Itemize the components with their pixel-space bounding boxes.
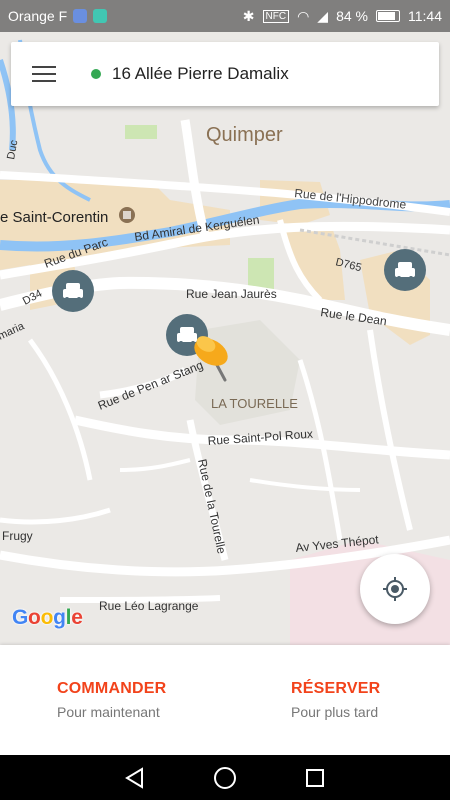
reserver-title: RÉSERVER [291,680,381,697]
reserver-subtitle: Pour plus tard [291,704,379,720]
google-logo: Google [12,606,83,630]
bluetooth-icon: ✱ [242,7,255,24]
map-label-la-tourelle: LA TOURELLE [211,396,298,411]
location-icon [73,9,88,23]
map-label-saint-corentin: e Saint-Corentin [0,209,108,226]
status-bar: Orange F ✱ NFC ◠ ◢ 84 % 11:44 [0,0,450,32]
booking-panel: COMMANDER Pour maintenant RÉSERVER Pour … [0,645,450,755]
battery-label: 84 % [336,8,368,24]
taxi-marker[interactable] [384,249,426,291]
map-label-jean-jaures: Rue Jean Jaurès [186,287,277,301]
battery-icon [376,10,400,22]
recents-square-icon [306,768,324,787]
carrier-label: Orange F [8,8,68,24]
back-button[interactable] [121,764,149,792]
pickup-address[interactable]: 16 Allée Pierre Damalix [112,64,289,84]
my-location-button[interactable] [360,554,430,624]
map-label-leo-lagrange: Rue Léo Lagrange [99,599,199,613]
crosshair-icon [383,577,407,601]
map-label-frugy: Frugy [2,529,33,543]
signal-icon: ◢ [317,7,329,24]
commander-subtitle: Pour maintenant [57,704,160,720]
nfc-icon: NFC [262,9,290,23]
hamburger-icon [32,66,56,82]
commander-button[interactable]: COMMANDER Pour maintenant [57,680,166,720]
address-bar[interactable]: 16 Allée Pierre Damalix [11,42,439,106]
download-icon [93,9,108,23]
menu-button[interactable] [11,42,77,106]
landmark-icon [119,207,135,223]
recents-button[interactable] [301,764,329,792]
taxi-marker[interactable] [52,270,94,312]
back-triangle-icon [125,766,143,789]
google-logo-text: Google [12,606,83,629]
map-label-quimper: Quimper [206,124,283,146]
commander-title: COMMANDER [57,680,167,697]
screen: Quimper Rue de l'Hippodrome e Saint-Core… [0,0,450,800]
location-status-dot [91,69,101,79]
clock-label: 11:44 [408,8,442,24]
reserver-button[interactable]: RÉSERVER Pour plus tard [291,680,380,720]
wifi-icon: ◠ [297,7,310,24]
home-circle-icon [214,766,236,789]
system-nav-bar [0,755,450,800]
home-button[interactable] [211,764,239,792]
